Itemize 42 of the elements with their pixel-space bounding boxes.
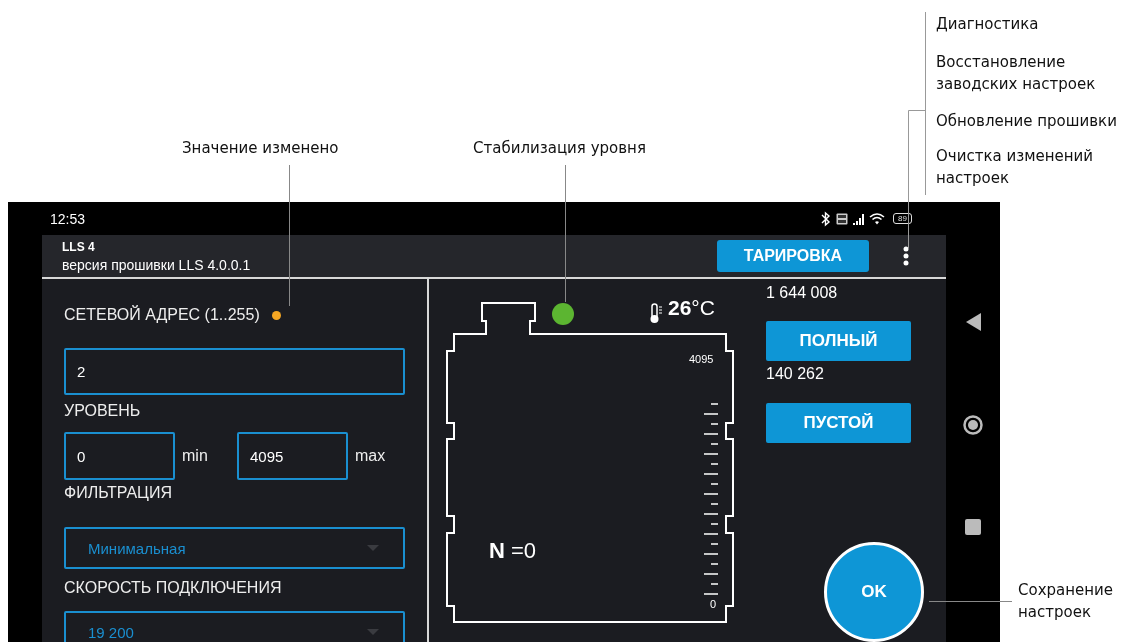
menu-option-label: Обновление прошивки (936, 111, 1118, 132)
full-value: 1 644 008 (766, 284, 839, 303)
menu-option-label: Восстановление заводских настроек (936, 52, 1097, 95)
scale-label: 0 (710, 598, 717, 610)
caret-icon (367, 545, 379, 551)
input-field[interactable]: 4095 (237, 432, 348, 480)
unit-label: min (182, 447, 209, 465)
full-button[interactable]: ПОЛНЫЙ (766, 321, 911, 361)
field-label: ФИЛЬТРАЦИЯ (64, 484, 172, 502)
dropdown[interactable]: Минимальная (64, 527, 405, 569)
empty-button[interactable]: ПУСТОЙ (766, 403, 911, 443)
device-name: LLS 4 (62, 239, 96, 254)
empty-value: 140 262 (766, 365, 825, 384)
caret-icon (367, 629, 379, 635)
callout-label: Значение изменено (182, 138, 339, 159)
input-field[interactable]: 0 (64, 432, 175, 480)
firmware-version: версия прошивки LLS 4.0.0.1 (62, 256, 252, 273)
input-field[interactable]: 2 (64, 348, 405, 395)
temperature-reading: 26°C (668, 296, 715, 320)
dropdown[interactable]: 19 200 (64, 611, 405, 642)
back-icon[interactable] (965, 313, 981, 331)
home-icon[interactable] (963, 415, 983, 435)
field-label: СЕТЕВОЙ АДРЕС (1..255) (64, 306, 260, 324)
callout-label: Сохранение настроек (1018, 580, 1115, 623)
menu-option-label: Очистка изменений настроек (936, 146, 1095, 189)
menu-icon[interactable] (903, 246, 909, 266)
field-label: СКОРОСТЬ ПОДКЛЮЧЕНИЯ (64, 579, 282, 597)
thermometer-icon (649, 303, 663, 324)
signal-icon (853, 212, 865, 225)
menu-option-label: Диагностика (936, 14, 1040, 35)
scale-label: 4095 (689, 353, 714, 365)
battery-indicator: 89 (893, 213, 912, 224)
field-label: УРОВЕНЬ (64, 402, 141, 420)
level-reading: N =0 (489, 538, 537, 564)
ok-button[interactable]: OK (824, 542, 924, 642)
wifi-icon (869, 212, 886, 225)
volte-icon (836, 212, 849, 225)
bluetooth-icon (820, 210, 832, 227)
calibrate-button[interactable]: ТАРИРОВКА (717, 240, 869, 272)
callout-label: Стабилизация уровня (473, 138, 646, 159)
unit-label: max (355, 447, 387, 465)
clock-time: 12:53 (50, 210, 86, 227)
